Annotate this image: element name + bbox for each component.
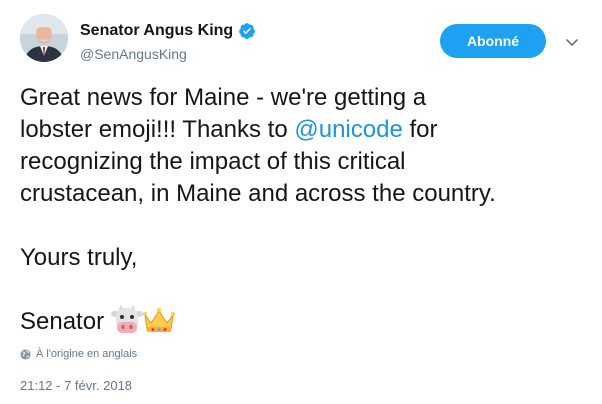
- author-info: Senator Angus King @SenAngusKing: [80, 22, 256, 62]
- tweet-line-2-post: for: [402, 116, 438, 143]
- author-handle[interactable]: @SenAngusKing: [80, 46, 256, 62]
- tweet-line-2: lobster emoji!!! Thanks to @unicode for: [20, 114, 580, 146]
- name-row: Senator Angus King: [80, 22, 256, 40]
- tweet-signature: Senator: [20, 308, 105, 335]
- tweet-timestamp[interactable]: 21:12 - 7 févr. 2018: [20, 378, 132, 393]
- crown-icon: [142, 307, 175, 332]
- author-display-name[interactable]: Senator Angus King: [80, 22, 233, 40]
- globe-icon: [20, 348, 31, 360]
- cow-face-icon: [110, 304, 143, 333]
- tweet-closing: Yours truly,: [20, 244, 138, 271]
- avatar[interactable]: [20, 14, 68, 62]
- tweet-header: Senator Angus King @SenAngusKing Abonné: [20, 14, 590, 70]
- tweet-line-1: Great news for Maine - we're getting a: [20, 84, 427, 111]
- tweet-text: Great news for Maine - we're getting a l…: [20, 82, 580, 338]
- translation-note-text: À l'origine en anglais: [36, 348, 138, 360]
- chevron-down-icon[interactable]: [564, 34, 580, 50]
- verified-badge-icon: [239, 23, 256, 39]
- tweet-signature-line: Senator: [20, 304, 580, 338]
- tweet-line-2-pre: lobster emoji!!! Thanks to: [20, 116, 295, 143]
- avatar-photo: [20, 14, 68, 62]
- mention-link[interactable]: @unicode: [294, 116, 402, 143]
- translation-note[interactable]: À l'origine en anglais: [20, 348, 137, 360]
- following-button[interactable]: Abonné: [440, 24, 546, 58]
- tweet-line-4: crustacean, in Maine and across the coun…: [20, 180, 496, 207]
- tweet-line-3: recognizing the impact of this critical: [20, 148, 406, 175]
